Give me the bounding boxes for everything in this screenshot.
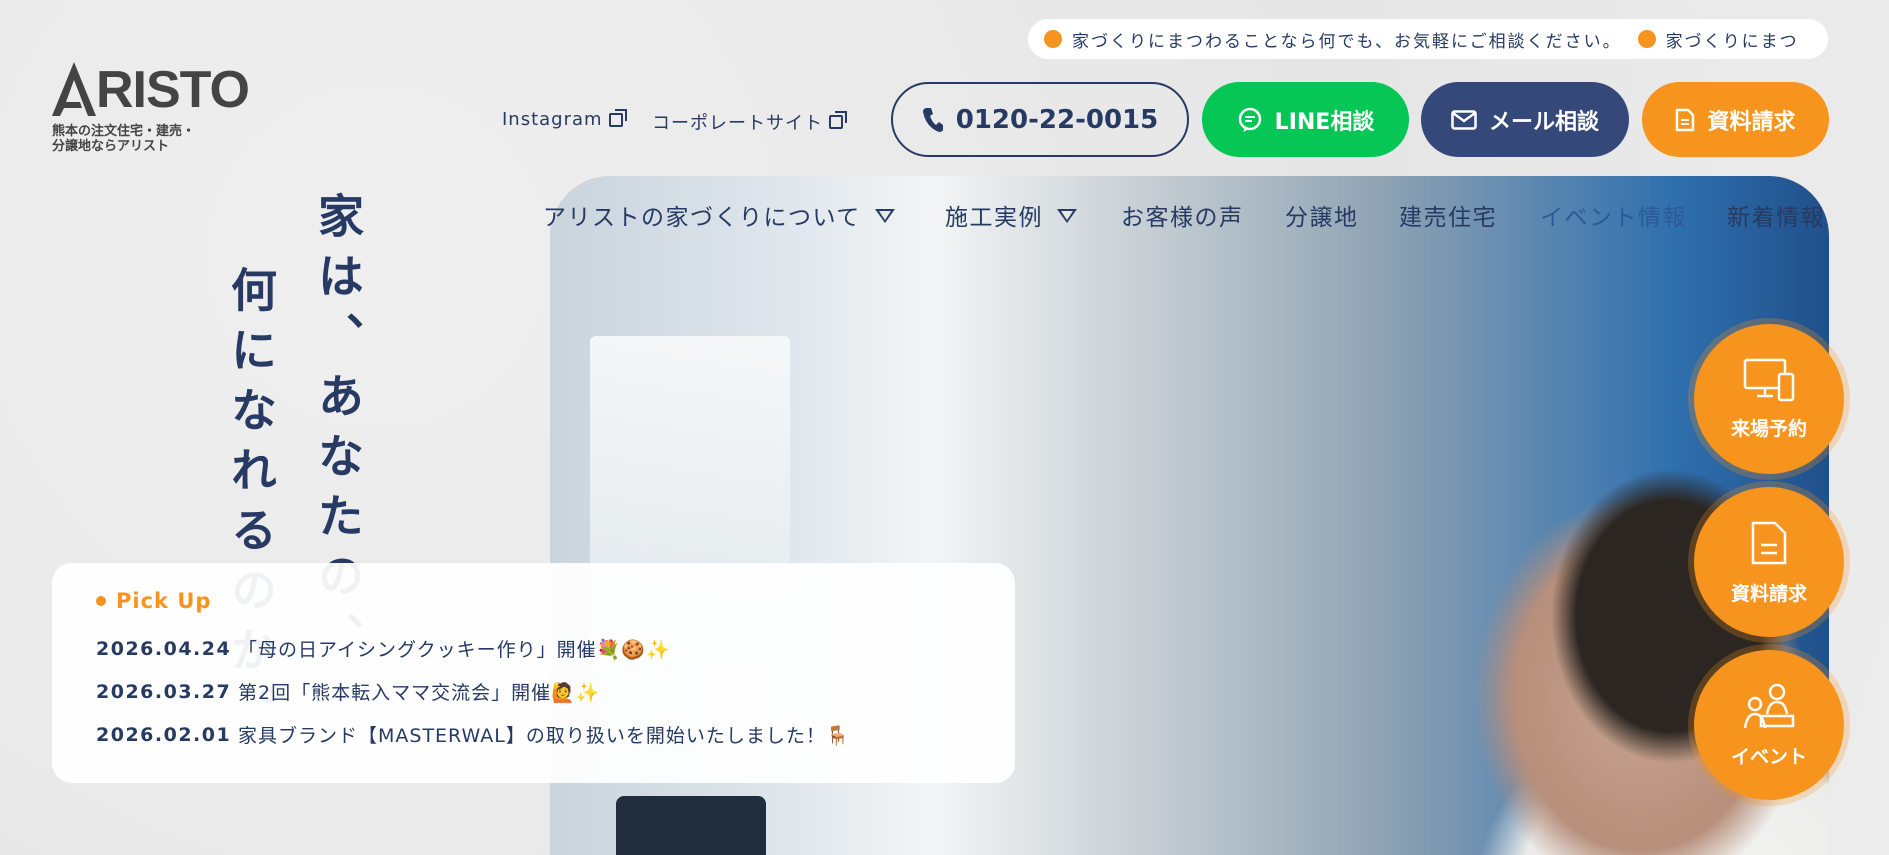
nav-item-ready-built[interactable]: 建売住宅 xyxy=(1399,198,1497,232)
ticker-item: 家づくりにまつ xyxy=(1630,27,1799,52)
nav-item-news[interactable]: 新着情報 xyxy=(1727,198,1825,232)
chat-bubble-icon xyxy=(1238,107,1261,132)
pickup-title: Pick Up xyxy=(96,589,971,613)
external-link-icon xyxy=(829,111,847,129)
phone-button[interactable]: 0120-22-0015 xyxy=(891,82,1189,157)
hero-cup xyxy=(616,796,766,855)
dot-icon xyxy=(1637,30,1656,48)
visit-reservation-button[interactable]: 来場予約 xyxy=(1694,324,1844,474)
side-document-request-button[interactable]: 資料請求 xyxy=(1694,487,1844,637)
logo-wordmark: RISTO xyxy=(96,61,250,119)
nav-item-works[interactable]: 施工実例 xyxy=(945,198,1077,232)
chevron-down-icon xyxy=(874,209,895,223)
site-logo[interactable]: RISTO 熊本の注文住宅・建売・ 分譲地ならアリスト xyxy=(52,62,252,154)
logo-subtitle: 熊本の注文住宅・建売・ 分譲地ならアリスト xyxy=(52,124,196,154)
mail-icon xyxy=(1451,109,1477,130)
people-icon xyxy=(1743,683,1795,728)
mail-consult-button[interactable]: メール相談 xyxy=(1421,82,1629,157)
news-item[interactable]: 2026.04.24 「母の日アイシングクッキー作り」開催💐🍪✨ xyxy=(96,627,971,670)
dot-icon xyxy=(1044,30,1062,48)
chevron-down-icon xyxy=(1057,209,1077,223)
document-icon xyxy=(1676,108,1695,131)
monitor-icon xyxy=(1743,358,1795,401)
dot-icon xyxy=(96,596,106,606)
corporate-site-link[interactable]: コーポレートサイト xyxy=(652,109,847,135)
nav-item-about[interactable]: アリストの家づくりについて xyxy=(543,198,895,232)
announcement-ticker: 家づくりにまつわることなら何でも、お気軽にご相談ください。 家づくりにまつ xyxy=(1028,19,1828,59)
line-consult-button[interactable]: LINE相談 xyxy=(1202,82,1409,157)
logo-a-mark-icon xyxy=(52,62,96,116)
phone-icon xyxy=(922,107,943,132)
ticker-item: 家づくりにまつわることなら何でも、お気軽にご相談ください。 xyxy=(1036,27,1622,52)
document-request-button[interactable]: 資料請求 xyxy=(1642,82,1829,157)
external-link-icon xyxy=(608,108,627,127)
nav-item-voices[interactable]: お客様の声 xyxy=(1121,198,1244,232)
instagram-link[interactable]: Instagram xyxy=(502,108,627,130)
pickup-panel: Pick Up 2026.04.24 「母の日アイシングクッキー作り」開催💐🍪✨… xyxy=(52,563,1015,783)
news-item[interactable]: 2026.03.27 第2回「熊本転入ママ交流会」開催🙋✨ xyxy=(96,670,971,713)
nav-item-lots[interactable]: 分譲地 xyxy=(1285,198,1359,232)
nav-item-events[interactable]: イベント情報 xyxy=(1540,198,1687,232)
document-icon xyxy=(1751,521,1787,564)
event-button[interactable]: イベント xyxy=(1694,650,1844,800)
news-item[interactable]: 2026.02.01 家具ブランド【MASTERWAL】の取り扱いを開始いたしま… xyxy=(96,713,971,756)
